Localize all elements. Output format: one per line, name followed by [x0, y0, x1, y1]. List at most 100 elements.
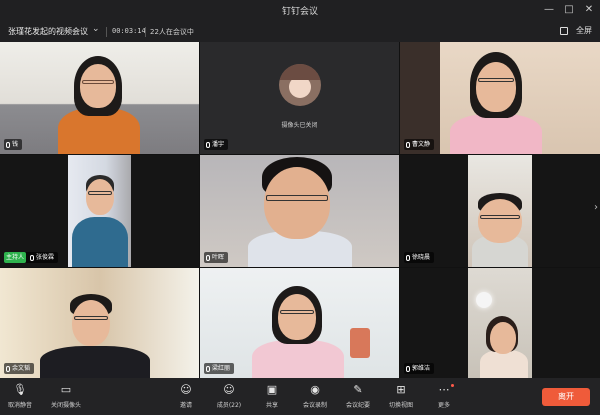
meeting-timer: 00:03:14 [112, 27, 146, 35]
members-icon: ☺ [223, 383, 235, 396]
minutes-button[interactable]: ✎ 会议纪要 [338, 384, 378, 414]
grid-view-icon: ⊞ [396, 383, 406, 396]
ceiling-light [476, 292, 492, 308]
glasses [266, 195, 328, 201]
chevron-right-icon[interactable]: › [594, 202, 598, 213]
video-feed [68, 155, 131, 267]
glasses [480, 215, 520, 219]
minutes-icon: ✎ [353, 383, 363, 396]
person-face [264, 167, 330, 239]
glasses [82, 80, 114, 84]
more-button[interactable]: ⋯ 更多 [424, 384, 464, 414]
layout-button[interactable]: ⊞ 切换视图 [381, 384, 421, 414]
video-tile[interactable]: 郭维洁 [400, 268, 600, 378]
meeting-title[interactable]: 张瑾花发起的视频会议 [8, 26, 88, 37]
record-icon: ◉ [310, 383, 320, 396]
video-tile[interactable]: 钱 [0, 42, 199, 154]
mic-icon [30, 254, 35, 261]
video-feed [400, 42, 600, 154]
invite-button[interactable]: ☺ 邀请 [166, 384, 206, 414]
person-face [72, 300, 110, 346]
background-object [350, 328, 370, 358]
video-tile[interactable]: 余文韬 [0, 268, 199, 378]
screen-share-icon: ▣ [266, 383, 278, 396]
participant-name: 徐晓晨 [412, 254, 431, 261]
divider [145, 27, 146, 37]
person-face [80, 64, 116, 108]
more-icon: ⋯ [438, 383, 450, 396]
participant-name: 梁红丽 [212, 365, 231, 372]
person-face [86, 179, 114, 215]
glasses [88, 191, 112, 195]
glasses [74, 316, 108, 320]
video-tile[interactable]: 叶晖 [200, 155, 399, 267]
chevron-down-icon[interactable]: ⌄ [92, 24, 100, 34]
members-label: 成员(22) [216, 402, 242, 409]
video-tile[interactable]: 摄像头已关闭 潘宇 [200, 42, 399, 154]
person-body [40, 346, 150, 378]
participant-count: 22人在会议中 [150, 28, 194, 36]
video-feed [468, 155, 532, 267]
video-feed [0, 42, 199, 154]
video-feed [468, 268, 532, 378]
mic-icon [206, 254, 210, 261]
share-button[interactable]: ▣ 共享 [252, 384, 292, 414]
participant-name-tag: 钱 [4, 139, 23, 150]
host-badge: 主持人 [4, 252, 27, 263]
avatar-hair [278, 64, 321, 80]
camera-icon: ▭ [60, 383, 72, 396]
title-bar: 钉钉会议 — □ ✕ [0, 0, 600, 21]
participant-name: 余文韬 [12, 365, 31, 372]
participant-name: 叶晖 [212, 254, 225, 261]
add-user-icon: ☺ [180, 383, 192, 396]
glasses [478, 78, 514, 82]
participant-name-tag: 潘宇 [204, 139, 229, 150]
maximize-icon[interactable]: □ [562, 3, 576, 17]
leave-button[interactable]: 离开 [542, 388, 590, 406]
record-button[interactable]: ◉ 会议录制 [295, 384, 335, 414]
video-tile[interactable]: 曹文静 [400, 42, 600, 154]
mic-muted-icon: 🎙︎ [13, 383, 27, 396]
participant-name-tag: 徐晓晨 [404, 252, 435, 263]
video-grid: 钱 摄像头已关闭 潘宇 曹文静 主持人 张俊霖 叶晖 徐晓晨 余文韬 梁红丽 郭… [0, 42, 600, 378]
meeting-toolbar: 🎙︎ 取消静音 ▭ 关闭摄像头 ☺ 邀请 ☺ 成员(22) ▣ 共享 ◉ 会议录… [0, 378, 600, 415]
participant-name: 钱 [12, 141, 19, 148]
mic-icon [406, 365, 410, 372]
participant-name: 郭维洁 [412, 365, 431, 372]
person-face [478, 199, 522, 243]
meeting-info-bar: 张瑾花发起的视频会议 ⌄ 00:03:14 22人在会议中 全屏 [0, 21, 600, 42]
mic-icon [6, 141, 10, 148]
participant-name-tag: 叶晖 [204, 252, 229, 263]
members-button[interactable]: ☺ 成员(22) [209, 384, 249, 414]
divider [106, 27, 107, 37]
dark-furniture [400, 42, 440, 154]
mic-icon [206, 141, 210, 148]
mic-icon [6, 365, 10, 372]
mic-icon [406, 254, 410, 261]
invite-label: 邀请 [179, 402, 192, 409]
person-face [490, 322, 516, 354]
fullscreen-icon[interactable] [560, 27, 568, 35]
mic-icon [406, 141, 410, 148]
video-tile[interactable]: 主持人 张俊霖 [0, 155, 199, 267]
notification-dot [451, 384, 454, 387]
record-label: 会议录制 [302, 402, 327, 409]
close-icon[interactable]: ✕ [582, 3, 596, 17]
minutes-label: 会议纪要 [345, 402, 370, 409]
glasses [280, 310, 314, 314]
participant-name: 曹文静 [412, 141, 431, 148]
app-title: 钉钉会议 [281, 7, 318, 17]
participant-name-tag: 曹文静 [404, 139, 435, 150]
camera-label: 关闭摄像头 [50, 402, 81, 409]
video-tile[interactable]: 梁红丽 [200, 268, 399, 378]
person-body [72, 217, 128, 267]
fullscreen-button[interactable]: 全屏 [576, 25, 592, 36]
video-feed [200, 268, 399, 378]
person-body [480, 350, 528, 378]
unmute-button[interactable]: 🎙︎ 取消静音 [0, 384, 40, 414]
camera-button[interactable]: ▭ 关闭摄像头 [46, 384, 86, 414]
video-tile[interactable]: 徐晓晨 [400, 155, 600, 267]
video-feed [0, 268, 199, 378]
minimize-icon[interactable]: — [542, 3, 556, 17]
person-body [252, 340, 344, 378]
